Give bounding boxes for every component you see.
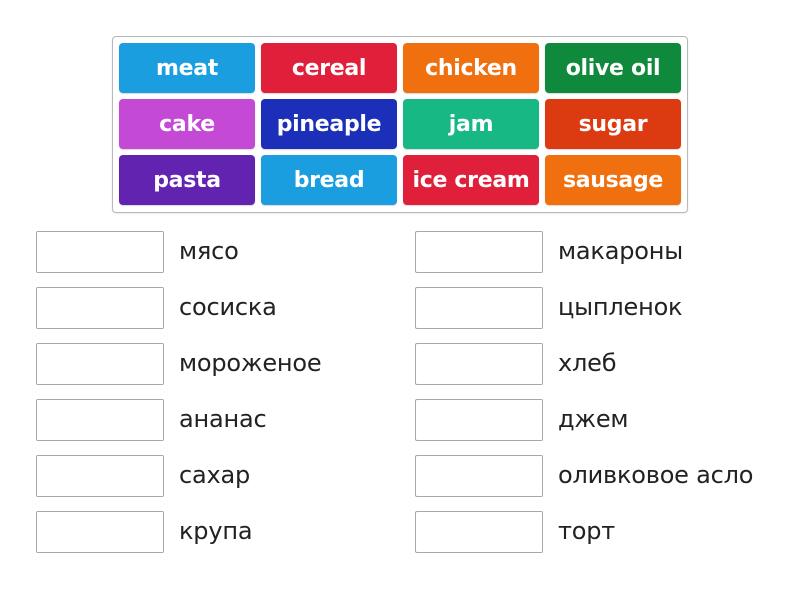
word-tile[interactable]: sugar: [545, 99, 681, 149]
target-label: макароны: [558, 237, 683, 265]
word-tile[interactable]: pasta: [119, 155, 255, 205]
word-tile[interactable]: olive oil: [545, 43, 681, 93]
drop-slot[interactable]: [36, 231, 164, 273]
drop-slot[interactable]: [415, 511, 543, 553]
drop-slot[interactable]: [415, 399, 543, 441]
word-tile[interactable]: bread: [261, 155, 397, 205]
drop-slot[interactable]: [415, 343, 543, 385]
word-tile[interactable]: jam: [403, 99, 539, 149]
target-label: мороженое: [179, 349, 322, 377]
target-label: джем: [558, 405, 629, 433]
word-tile[interactable]: pineaple: [261, 99, 397, 149]
target-label: цыпленок: [558, 293, 683, 321]
target-label: сахар: [179, 461, 251, 489]
drop-slot[interactable]: [415, 231, 543, 273]
drop-slot[interactable]: [36, 511, 164, 553]
drop-slot[interactable]: [36, 399, 164, 441]
target-label: оливковое асло: [558, 461, 754, 489]
drop-slot[interactable]: [36, 343, 164, 385]
target-label: крупа: [179, 517, 253, 545]
target-label: мясо: [179, 237, 239, 265]
word-tile[interactable]: cereal: [261, 43, 397, 93]
drop-slot[interactable]: [415, 455, 543, 497]
drop-slot[interactable]: [36, 287, 164, 329]
drop-slot[interactable]: [36, 455, 164, 497]
word-tile[interactable]: sausage: [545, 155, 681, 205]
word-tile[interactable]: meat: [119, 43, 255, 93]
target-label: хлеб: [558, 349, 617, 377]
word-tile[interactable]: ice cream: [403, 155, 539, 205]
target-label: торт: [558, 517, 616, 545]
word-tile[interactable]: chicken: [403, 43, 539, 93]
drop-slot[interactable]: [415, 287, 543, 329]
word-tile[interactable]: cake: [119, 99, 255, 149]
target-label: ананас: [179, 405, 267, 433]
target-label: сосиска: [179, 293, 277, 321]
